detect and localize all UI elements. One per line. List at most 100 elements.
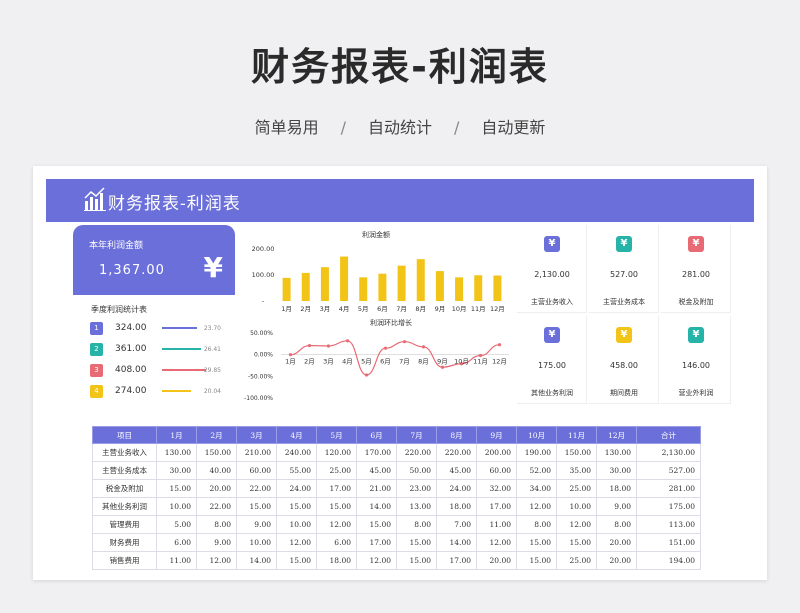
row-label[interactable]: 主营业务成本 xyxy=(92,461,157,480)
table-cell[interactable]: 200.00 xyxy=(476,443,517,462)
table-cell[interactable]: 17.00 xyxy=(436,551,477,570)
table-cell[interactable]: 6.00 xyxy=(316,533,357,552)
table-cell[interactable]: 15.00 xyxy=(236,497,277,516)
table-cell[interactable]: 40.00 xyxy=(196,461,237,480)
table-cell[interactable]: 15.00 xyxy=(396,551,437,570)
table-cell[interactable]: 14.00 xyxy=(236,551,277,570)
table-cell[interactable]: 25.00 xyxy=(316,461,357,480)
table-cell[interactable]: 8.00 xyxy=(196,515,237,534)
table-cell[interactable]: 15.00 xyxy=(316,497,357,516)
line-point xyxy=(497,343,502,347)
table-cell[interactable]: 220.00 xyxy=(436,443,477,462)
table-cell[interactable]: 25.00 xyxy=(556,479,597,498)
table-cell[interactable]: 24.00 xyxy=(276,479,317,498)
table-cell[interactable]: 11.00 xyxy=(476,515,517,534)
table-cell[interactable]: 60.00 xyxy=(476,461,517,480)
row-label[interactable]: 管理费用 xyxy=(92,515,157,534)
table-cell[interactable]: 15.00 xyxy=(556,533,597,552)
table-cell[interactable]: 8.00 xyxy=(396,515,437,534)
table-cell[interactable]: 194.00 xyxy=(636,551,701,570)
table-cell[interactable]: 15.00 xyxy=(396,533,437,552)
table-cell[interactable]: 113.00 xyxy=(636,515,701,534)
table-cell[interactable]: 15.00 xyxy=(276,497,317,516)
table-cell[interactable]: 30.00 xyxy=(596,461,637,480)
table-cell[interactable]: 15.00 xyxy=(516,533,557,552)
table-cell[interactable]: 9.00 xyxy=(196,533,237,552)
table-cell[interactable]: 24.00 xyxy=(436,479,477,498)
table-cell[interactable]: 20.00 xyxy=(476,551,517,570)
table-cell[interactable]: 6.00 xyxy=(156,533,197,552)
row-label[interactable]: 主营业务收入 xyxy=(92,443,157,462)
table-cell[interactable]: 60.00 xyxy=(236,461,277,480)
table-cell[interactable]: 12.00 xyxy=(356,551,397,570)
table-cell[interactable]: 8.00 xyxy=(596,515,637,534)
table-cell[interactable]: 14.00 xyxy=(436,533,477,552)
table-cell[interactable]: 12.00 xyxy=(476,533,517,552)
row-label[interactable]: 其他业务利润 xyxy=(92,497,157,516)
table-cell[interactable]: 170.00 xyxy=(356,443,397,462)
table-cell[interactable]: 21.00 xyxy=(356,479,397,498)
row-label[interactable]: 税金及附加 xyxy=(92,479,157,498)
table-cell[interactable]: 35.00 xyxy=(556,461,597,480)
table-cell[interactable]: 34.00 xyxy=(516,479,557,498)
table-cell[interactable]: 17.00 xyxy=(476,497,517,516)
table-cell[interactable]: 20.00 xyxy=(596,551,637,570)
table-cell[interactable]: 23.00 xyxy=(396,479,437,498)
table-cell[interactable]: 240.00 xyxy=(276,443,317,462)
table-cell[interactable]: 17.00 xyxy=(316,479,357,498)
table-cell[interactable]: 30.00 xyxy=(156,461,197,480)
table-cell[interactable]: 55.00 xyxy=(276,461,317,480)
table-cell[interactable]: 151.00 xyxy=(636,533,701,552)
table-cell[interactable]: 20.00 xyxy=(196,479,237,498)
table-cell[interactable]: 12.00 xyxy=(516,497,557,516)
table-cell[interactable]: 12.00 xyxy=(276,533,317,552)
table-cell[interactable]: 45.00 xyxy=(436,461,477,480)
table-cell[interactable]: 10.00 xyxy=(156,497,197,516)
table-cell[interactable]: 20.00 xyxy=(596,533,637,552)
table-cell[interactable]: 32.00 xyxy=(476,479,517,498)
table-cell[interactable]: 22.00 xyxy=(236,479,277,498)
table-cell[interactable]: 130.00 xyxy=(596,443,637,462)
table-cell[interactable]: 130.00 xyxy=(156,443,197,462)
table-cell[interactable]: 15.00 xyxy=(356,515,397,534)
table-cell[interactable]: 9.00 xyxy=(236,515,277,534)
table-cell[interactable]: 2,130.00 xyxy=(636,443,701,462)
table-cell[interactable]: 210.00 xyxy=(236,443,277,462)
row-label[interactable]: 财务费用 xyxy=(92,533,157,552)
table-cell[interactable]: 15.00 xyxy=(156,479,197,498)
table-cell[interactable]: 175.00 xyxy=(636,497,701,516)
table-cell[interactable]: 10.00 xyxy=(276,515,317,534)
table-cell[interactable]: 9.00 xyxy=(596,497,637,516)
table-cell[interactable]: 190.00 xyxy=(516,443,557,462)
table-cell[interactable]: 18.00 xyxy=(316,551,357,570)
table-cell[interactable]: 50.00 xyxy=(396,461,437,480)
table-cell[interactable]: 12.00 xyxy=(316,515,357,534)
table-cell[interactable]: 22.00 xyxy=(196,497,237,516)
column-header: 12月 xyxy=(596,426,637,444)
table-cell[interactable]: 11.00 xyxy=(156,551,197,570)
table-cell[interactable]: 10.00 xyxy=(236,533,277,552)
table-cell[interactable]: 18.00 xyxy=(596,479,637,498)
table-cell[interactable]: 18.00 xyxy=(436,497,477,516)
table-cell[interactable]: 10.00 xyxy=(556,497,597,516)
table-cell[interactable]: 220.00 xyxy=(396,443,437,462)
table-cell[interactable]: 45.00 xyxy=(356,461,397,480)
table-cell[interactable]: 12.00 xyxy=(196,551,237,570)
table-cell[interactable]: 12.00 xyxy=(556,515,597,534)
table-cell[interactable]: 13.00 xyxy=(396,497,437,516)
table-cell[interactable]: 8.00 xyxy=(516,515,557,534)
table-cell[interactable]: 15.00 xyxy=(516,551,557,570)
table-cell[interactable]: 120.00 xyxy=(316,443,357,462)
table-cell[interactable]: 25.00 xyxy=(556,551,597,570)
table-cell[interactable]: 281.00 xyxy=(636,479,701,498)
table-cell[interactable]: 17.00 xyxy=(356,533,397,552)
table-cell[interactable]: 7.00 xyxy=(436,515,477,534)
row-label[interactable]: 销售费用 xyxy=(92,551,157,570)
table-cell[interactable]: 14.00 xyxy=(356,497,397,516)
table-cell[interactable]: 150.00 xyxy=(556,443,597,462)
table-cell[interactable]: 527.00 xyxy=(636,461,701,480)
table-cell[interactable]: 5.00 xyxy=(156,515,197,534)
table-cell[interactable]: 15.00 xyxy=(276,551,317,570)
table-cell[interactable]: 150.00 xyxy=(196,443,237,462)
table-cell[interactable]: 52.00 xyxy=(516,461,557,480)
